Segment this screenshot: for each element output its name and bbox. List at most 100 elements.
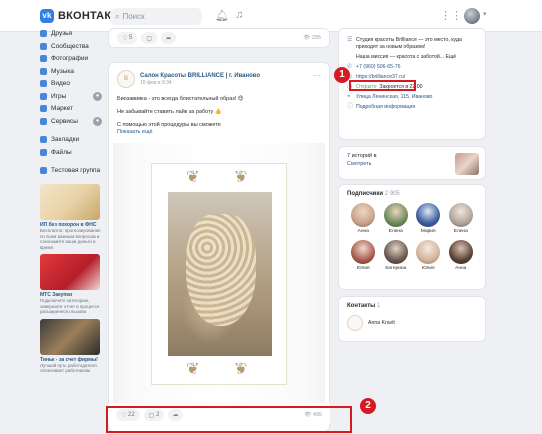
address-link[interactable]: Улица Ленинская, 115, Иваново: [356, 94, 432, 101]
sidebar-item-label: Видео: [51, 80, 70, 87]
services-icon: [40, 117, 47, 125]
ad-image: [40, 318, 100, 355]
subscriber[interactable]: Анна: [445, 240, 478, 271]
like-button[interactable]: ♡ 5: [117, 32, 138, 44]
more-options-icon[interactable]: ···: [313, 71, 321, 80]
post-line: С помощью этой процедуры вы сможете: [117, 122, 221, 128]
subscriber[interactable]: Юлия: [412, 240, 445, 271]
contact-item[interactable]: Anna Kravit: [347, 315, 477, 331]
post-date[interactable]: 10 фев в 9:34: [140, 80, 260, 86]
subscribers-grid: Анна Елена Мария Елена Юлия Катерина Юли…: [347, 203, 477, 271]
subscriber[interactable]: Юлия: [347, 240, 380, 271]
subscriber[interactable]: Мария: [412, 203, 445, 234]
search-icon: ⌕: [115, 11, 120, 21]
ad-text: Бесплатно: прогнозирование по всем важны…: [40, 228, 101, 250]
post-card: B Салон Красоты BRILLIANCE | г. Иваново …: [108, 62, 330, 432]
stories-card[interactable]: 7 историй в Смотреть: [338, 146, 486, 180]
sidebar-item-photos[interactable]: Фотографии: [40, 53, 102, 64]
subscribers-title[interactable]: Подписчики 2 905: [347, 191, 477, 197]
story-thumbnail[interactable]: [455, 153, 479, 175]
user-avatar[interactable]: [464, 8, 480, 24]
branch-ornament-icon: ❦: [186, 361, 200, 378]
sidebar-item-music[interactable]: Музыка: [40, 66, 102, 77]
sidebar-ad[interactable]: Тиньк - за счет фирмы! Лучший путь работ…: [40, 318, 102, 374]
bell-icon[interactable]: 🔔︎: [215, 9, 229, 22]
subscriber-avatar: [383, 240, 408, 264]
subscribers-count: 2 905: [384, 191, 400, 197]
group-icon: [40, 167, 47, 174]
about-more-text[interactable]: Наша миссия — красота с заботой... Ещё: [356, 54, 456, 61]
subscriber[interactable]: Катерина: [380, 240, 413, 271]
sidebar-item-services[interactable]: Сервисы ●: [40, 116, 102, 127]
views-value: 295: [311, 35, 321, 41]
feed: ♡ 5 ▢ ➦ 👁︎ 295: [108, 28, 330, 48]
highlight-box-website: [349, 80, 416, 91]
ad-title: Тиньк - за счет фирмы!: [40, 356, 98, 363]
info-icon: ☰: [347, 37, 353, 43]
sidebar-ad[interactable]: ИП без похорон в ФНС Бесплатно: прогнози…: [40, 184, 102, 250]
heart-icon: ♡: [122, 35, 130, 42]
location-pin-icon: ⌖: [347, 94, 351, 100]
subscriber[interactable]: Анна: [347, 203, 380, 234]
post-author-avatar[interactable]: B: [117, 70, 135, 88]
branch-ornament-icon: ❦: [186, 169, 200, 186]
market-icon: [40, 105, 47, 112]
search-input[interactable]: ⌕ Поиск: [110, 8, 202, 25]
post-author[interactable]: Салон Красоты BRILLIANCE | г. Иваново: [140, 73, 260, 79]
subscriber[interactable]: Елена: [380, 203, 413, 234]
sidebar-item-label: Друзья: [51, 30, 73, 37]
subscribers-card: Подписчики 2 905 Анна Елена Мария Елена …: [338, 184, 486, 290]
sidebar-item-bookmarks[interactable]: Закладки: [40, 134, 102, 145]
post-line: Не забывайте ставить лайк за работу 👍: [117, 109, 222, 115]
share-button[interactable]: ➦: [161, 32, 177, 44]
marker-two: 2: [360, 398, 376, 414]
contacts-title[interactable]: Контакты 1: [347, 303, 477, 309]
more-info-row[interactable]: ⓘ Подробная информация: [347, 104, 477, 111]
sidebar-item-video[interactable]: Видео: [40, 78, 102, 89]
post-image[interactable]: ❦ ❦ ❦ ❦: [113, 143, 325, 405]
sidebar-item-communities[interactable]: Сообщества: [40, 41, 102, 52]
comment-button[interactable]: ▢: [141, 32, 158, 44]
about-row-2: Наша миссия — красота с заботой... Ещё: [347, 54, 477, 61]
about-row: ☰ Студия красоты Brilliance — это место, …: [347, 37, 477, 51]
files-icon: [40, 148, 47, 156]
branch-ornament-icon: ❦: [234, 169, 248, 186]
subscriber[interactable]: Елена: [445, 203, 478, 234]
about-text: Студия красоты Brilliance — это место, к…: [356, 37, 462, 50]
share-icon: ➦: [166, 35, 172, 42]
comment-icon: ▢: [146, 35, 153, 42]
phone-row[interactable]: ✆ +7 (960) 506-65-76: [347, 64, 477, 71]
subscriber-avatar: [351, 240, 376, 264]
decorative-frame: ❦ ❦ ❦ ❦: [151, 163, 287, 385]
ad-image: [40, 254, 100, 290]
sidebar-item-label: Закладки: [51, 136, 80, 143]
notification-badge: ●: [93, 91, 102, 101]
subscriber-name: Юлия: [421, 266, 435, 271]
sidebar-item-label: Фотографии: [51, 55, 89, 62]
music-icon[interactable]: ♫: [235, 9, 243, 21]
sidebar-item-test-group[interactable]: Тестовая группа: [40, 165, 102, 176]
search-placeholder: Поиск: [122, 12, 145, 21]
notification-badge: ●: [93, 116, 102, 126]
ad-image: [40, 184, 100, 220]
address-row[interactable]: ⌖ Улица Ленинская, 115, Иваново: [347, 94, 477, 101]
subscriber-avatar: [383, 203, 408, 227]
sidebar-item-files[interactable]: Файлы: [40, 147, 102, 158]
music-icon: [40, 67, 47, 75]
sidebar-item-friends[interactable]: Друзья: [40, 28, 102, 39]
more-info-link[interactable]: Подробная информация: [356, 104, 415, 111]
sidebar-item-games[interactable]: Игры ●: [40, 91, 102, 102]
subscriber-avatar: [448, 240, 473, 264]
show-more-link[interactable]: Показать ещё: [109, 129, 329, 135]
contact-name: Anna Kravit: [368, 320, 395, 326]
sidebar-ad[interactable]: МТС Закупки Подключите категорию, заверш…: [40, 254, 102, 315]
highlight-box-actions: [106, 406, 352, 433]
subscriber-name: Юлия: [356, 266, 370, 271]
chevron-down-icon[interactable]: ▾: [483, 10, 487, 18]
sidebar-item-market[interactable]: Маркет: [40, 103, 102, 114]
branch-ornament-icon: ❦: [234, 361, 248, 378]
post-header: B Салон Красоты BRILLIANCE | г. Иваново …: [109, 63, 329, 92]
phone-link[interactable]: +7 (960) 506-65-76: [356, 64, 401, 71]
video-icon: [40, 80, 47, 87]
sidebar-item-label: Маркет: [51, 105, 74, 112]
